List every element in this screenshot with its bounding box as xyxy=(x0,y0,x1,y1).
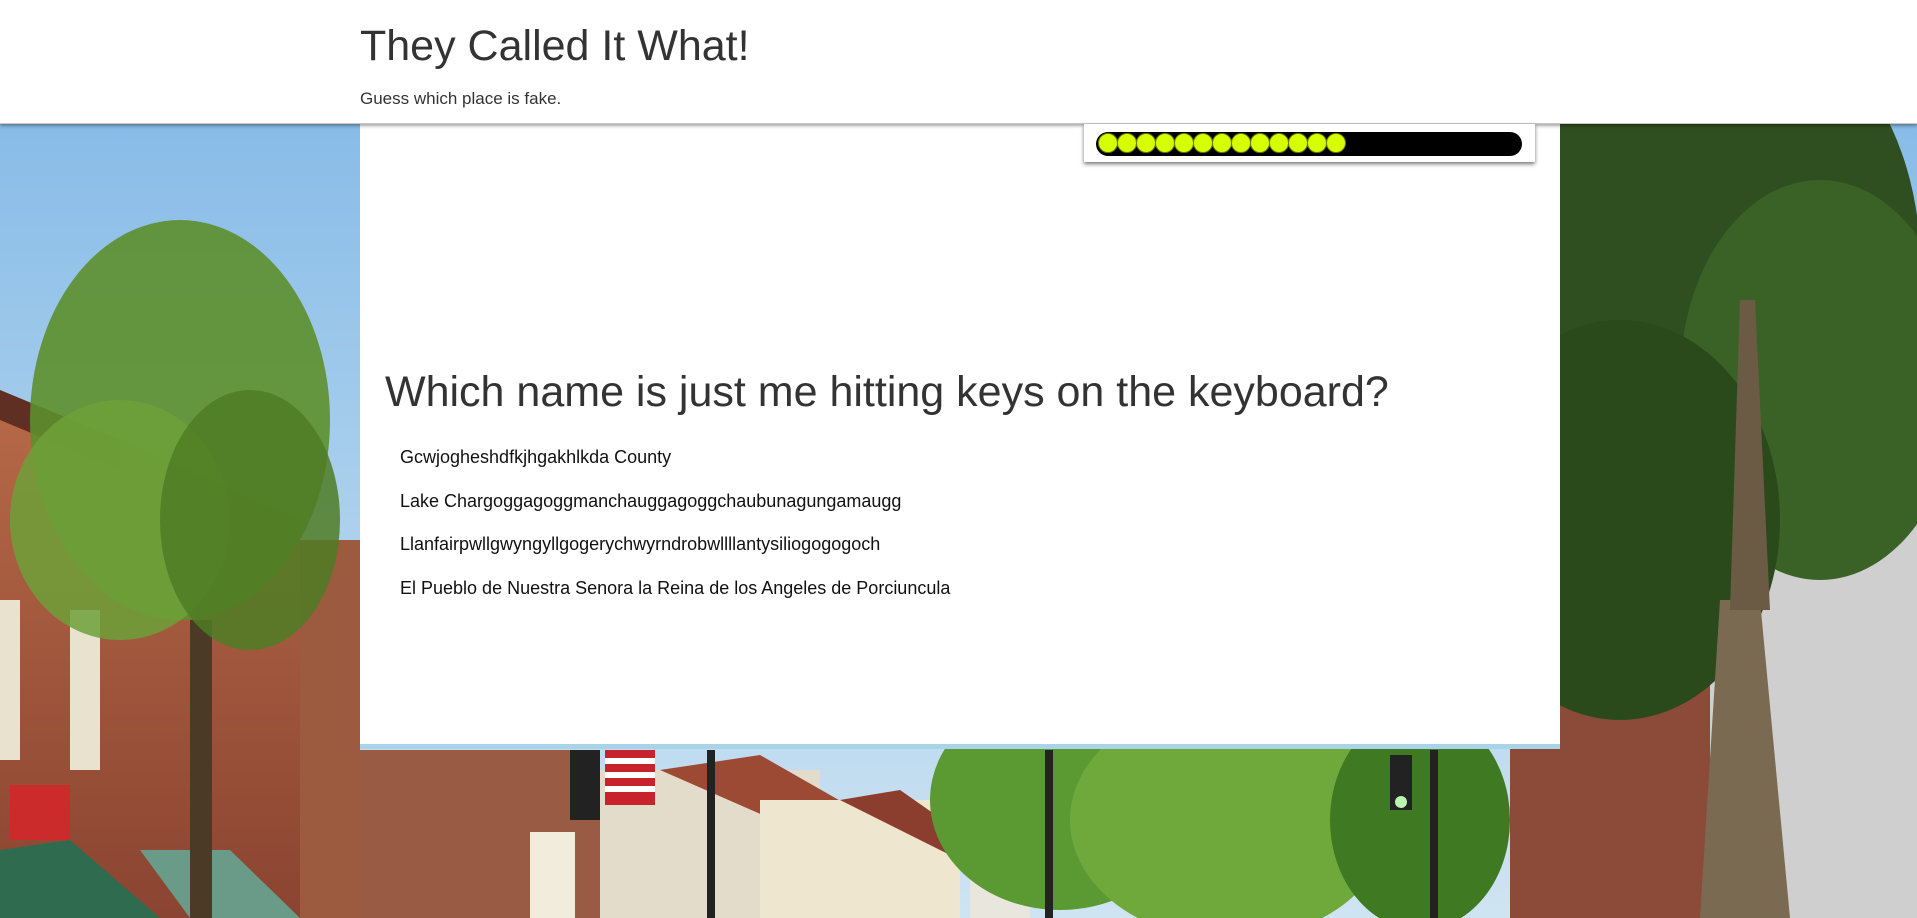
progress-dot xyxy=(1231,133,1251,153)
progress-dot xyxy=(1288,133,1308,153)
progress-dot xyxy=(1212,133,1232,153)
progress-dot xyxy=(1155,133,1175,153)
progress-dot xyxy=(1098,133,1118,153)
progress-dot xyxy=(1136,133,1156,153)
site-subtitle: Guess which place is fake. xyxy=(360,89,562,108)
progress-dot xyxy=(1269,133,1289,153)
answer-option-3[interactable]: Llanfairpwllgwyngyllgogerychwyrndrobwlll… xyxy=(400,534,950,578)
question-text: Which name is just me hitting keys on th… xyxy=(385,368,1389,416)
answer-list: Gcwjogheshdfkjhgakhlkda County Lake Char… xyxy=(400,447,950,621)
site-header: They Called It What! Guess which place i… xyxy=(0,0,1917,124)
answer-option-2[interactable]: Lake Chargoggagoggmanchauggagoggchaubuna… xyxy=(400,491,950,535)
progress-dot xyxy=(1174,133,1194,153)
answer-option-1[interactable]: Gcwjogheshdfkjhgakhlkda County xyxy=(400,447,950,491)
progress-dot xyxy=(1193,133,1213,153)
progress-panel xyxy=(1084,124,1535,162)
question-card xyxy=(360,124,1560,749)
progress-dot xyxy=(1250,133,1270,153)
page: They Called It What! Guess which place i… xyxy=(0,0,1917,918)
progress-dot xyxy=(1326,133,1346,153)
answer-option-4[interactable]: El Pueblo de Nuestra Senora la Reina de … xyxy=(400,578,950,622)
progress-dots xyxy=(1098,133,1346,155)
progress-dot xyxy=(1307,133,1327,153)
progress-dot xyxy=(1117,133,1137,153)
site-title: They Called It What! xyxy=(360,22,750,70)
